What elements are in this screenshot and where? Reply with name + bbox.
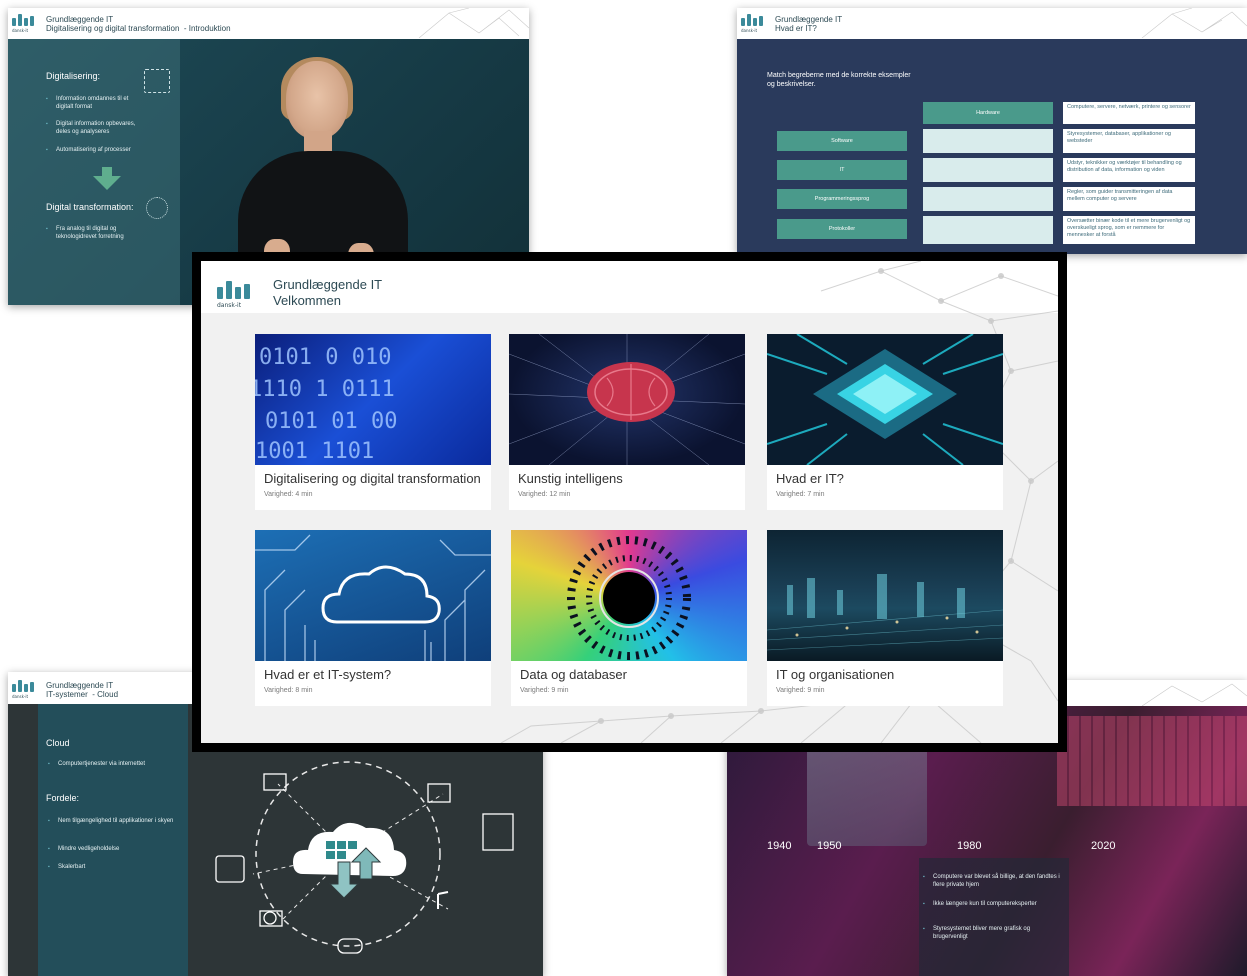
heading-transformation: Digital transformation: <box>46 202 134 212</box>
year-label[interactable]: 1940 <box>767 840 791 852</box>
binary-code-thumbnail: 0101 0 010 1110 1 0111 0101 01 00 1001 1… <box>255 334 491 465</box>
svg-text:0101 0 010: 0101 0 010 <box>259 345 391 370</box>
description-box: Udstyr, teknikker og værktøjer til behan… <box>1063 158 1195 182</box>
slide-header: dansk-it Grundlæggende IT Digitalisering… <box>8 8 529 38</box>
heading-cloud: Cloud <box>46 738 70 748</box>
slides-collage: dansk-it Grundlæggende IT Digitalisering… <box>0 0 1247 976</box>
card-duration: Varighed: 9 min <box>520 687 569 694</box>
svg-text:1001 1101: 1001 1101 <box>255 439 374 464</box>
term-protokoller-button[interactable]: Protokoller <box>777 219 907 239</box>
term-software-button[interactable]: Software <box>777 131 907 151</box>
network-graphic <box>1141 8 1247 38</box>
main-slide-frame: dansk-it Grundlæggende IT Velkommen 0101… <box>192 252 1067 752</box>
drop-slot[interactable] <box>923 129 1053 153</box>
term-hardware-placed[interactable]: Hardware <box>923 102 1053 124</box>
svg-text:0101 01 00: 0101 01 00 <box>265 409 397 434</box>
course-card-data-og-databaser[interactable]: Data og databaser Varighed: 9 min <box>511 530 747 706</box>
description-box: Oversætter binær kode til et mere bruger… <box>1063 216 1195 244</box>
heading-fordele: Fordele: <box>46 793 80 803</box>
main-slide: dansk-it Grundlæggende IT Velkommen 0101… <box>201 261 1058 743</box>
slide-subtitle: Hvad er IT? <box>775 24 817 34</box>
course-card-it-system[interactable]: Hvad er et IT-system? Varighed: 8 min <box>255 530 491 706</box>
dansk-it-logo: dansk-it <box>12 14 36 34</box>
bullet-item: Mindre vedligeholdelse <box>48 846 178 854</box>
course-card-digitalisering[interactable]: 0101 0 010 1110 1 0111 0101 01 00 1001 1… <box>255 334 491 510</box>
year-label[interactable]: 2020 <box>1091 840 1115 852</box>
drop-slot[interactable] <box>923 216 1053 244</box>
bullet-item: Automatisering af processer <box>46 147 166 155</box>
card-title: Hvad er et IT-system? <box>264 667 392 682</box>
bullet-item: Information omdannes til et digitalt for… <box>46 96 146 112</box>
course-card-kunstig-intelligens[interactable]: Kunstig intelligens Varighed: 12 min <box>509 334 745 510</box>
description-box: Computere, servere, netværk, printere og… <box>1063 102 1195 124</box>
dansk-it-logo: dansk-it <box>741 14 765 34</box>
network-graphic <box>418 8 529 38</box>
card-title: Digitalisering og digital transformation <box>264 471 481 486</box>
course-card-hvad-er-it[interactable]: Hvad er IT? Varighed: 7 min <box>767 334 1003 510</box>
bullet-item: Computere var blevet så billige, at den … <box>923 874 1063 890</box>
card-duration: Varighed: 12 min <box>518 491 571 498</box>
bullet-item: Styresystemet bliver mere grafisk og bru… <box>923 926 1063 942</box>
slide-hvad-er-it[interactable]: dansk-it Grundlæggende IT Hvad er IT? Ma… <box>737 8 1247 254</box>
brain-network-thumbnail <box>509 334 745 465</box>
card-title: IT og organisationen <box>776 667 895 682</box>
term-it-button[interactable]: IT <box>777 160 907 180</box>
card-duration: Varighed: 9 min <box>776 687 825 694</box>
drop-slot[interactable] <box>923 187 1053 211</box>
course-title: Grundlæggende IT <box>775 15 843 24</box>
course-card-it-og-organisationen[interactable]: IT og organisationen Varighed: 9 min <box>767 530 1003 706</box>
heading-digitalisering: Digitalisering: <box>46 71 101 81</box>
cloud-diagram <box>215 761 514 954</box>
card-title: Kunstig intelligens <box>518 471 623 486</box>
document-icon <box>144 69 170 93</box>
slide-header: dansk-it Grundlæggende IT Hvad er IT? <box>737 8 1247 38</box>
cloud-circuit-thumbnail <box>255 530 491 661</box>
keyboard-image <box>1057 716 1247 806</box>
chapter-label: - Cloud <box>92 690 119 700</box>
bullet-item: Ikke længere kun til computereksperter <box>923 901 1063 909</box>
bullet-item: Fra analog til digital og teknologidreve… <box>46 226 156 242</box>
course-title: Grundlæggende IT <box>46 15 114 24</box>
drop-slot[interactable] <box>923 158 1053 182</box>
data-tunnel-thumbnail <box>511 530 747 661</box>
description-box: Styresystemer, databaser, applikationer … <box>1063 129 1195 153</box>
year-label[interactable]: 1980 <box>957 840 981 852</box>
dansk-it-logo: dansk-it <box>12 680 36 700</box>
term-programmeringssprog-button[interactable]: Programmeringssprog <box>777 189 907 209</box>
card-title: Hvad er IT? <box>776 471 844 486</box>
bullet-item: Digital information opbevares, deles og … <box>46 121 146 137</box>
bullet-item: Skalerbart <box>48 864 178 872</box>
slide-subtitle: Digitalisering og digital transformation <box>46 24 180 34</box>
description-box: Regler, som guider transmitteringen af d… <box>1063 187 1195 211</box>
chapter-label: - Introduktion <box>183 24 231 34</box>
city-lights-thumbnail <box>767 530 1003 661</box>
instruction-text: Match begreberne med de korrekte eksempl… <box>767 72 911 89</box>
gears-icon <box>146 197 168 219</box>
year-label[interactable]: 1950 <box>817 840 841 852</box>
card-duration: Varighed: 4 min <box>264 491 313 498</box>
slide-subtitle: IT-systemer <box>46 690 88 700</box>
svg-text:1110 1 0111: 1110 1 0111 <box>255 377 395 402</box>
course-title: Grundlæggende IT <box>46 681 114 690</box>
slide-body: Match begreberne med de korrekte eksempl… <box>737 39 1247 254</box>
card-duration: Varighed: 8 min <box>264 687 313 694</box>
chip-thumbnail <box>767 334 1003 465</box>
bullet-item: Computertjenester via internettet <box>48 761 178 769</box>
card-title: Data og databaser <box>520 667 627 682</box>
bullet-item: Nem tilgængelighed til applikationer i s… <box>48 818 178 826</box>
card-duration: Varighed: 7 min <box>776 491 825 498</box>
